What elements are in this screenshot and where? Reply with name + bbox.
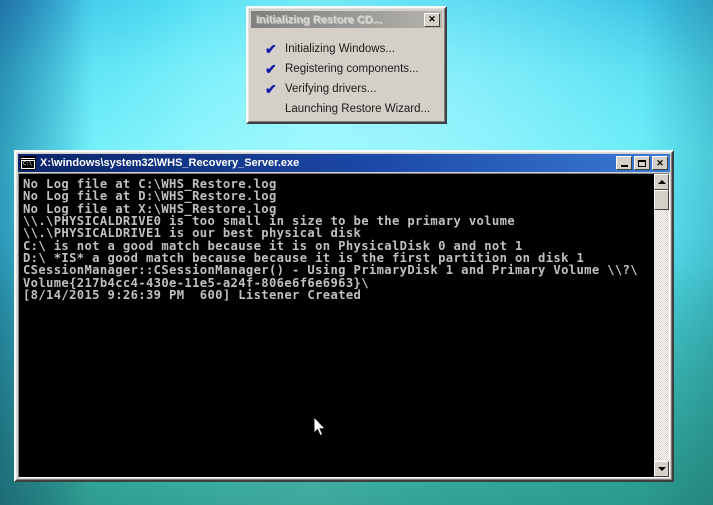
close-icon: ✕ <box>428 14 436 24</box>
maximize-button[interactable] <box>634 156 650 170</box>
console-output-text[interactable]: No Log file at C:\WHS_Restore.log No Log… <box>19 174 653 477</box>
console-title-bar[interactable]: C:\ X:\windows\system32\WHS_Recovery_Ser… <box>18 154 670 172</box>
checkmark-icon: ✔ <box>265 41 277 57</box>
console-window[interactable]: C:\ X:\windows\system32\WHS_Recovery_Ser… <box>14 150 674 482</box>
dialog-window-controls: ✕ <box>424 12 440 27</box>
console-title-text: X:\windows\system32\WHS_Recovery_Server.… <box>40 157 300 169</box>
console-icon-prompt: C:\ <box>22 161 34 168</box>
scroll-down-arrow-icon <box>657 467 666 471</box>
dialog-step-row: ✔ Initializing Windows... <box>263 39 442 59</box>
dialog-step-label: Initializing Windows... <box>285 43 395 55</box>
initializing-restore-dialog[interactable]: Initializing Restore CD... ✕ ✔ Initializi… <box>246 6 447 124</box>
minimize-button[interactable] <box>616 156 632 170</box>
scrollbar-track[interactable] <box>654 190 669 461</box>
checkmark-placeholder-icon: ✔ <box>263 102 285 116</box>
checkmark-icon: ✔ <box>265 81 277 97</box>
dialog-step-row: ✔Launching Restore Wizard... <box>263 99 442 119</box>
console-window-controls: ✕ <box>616 156 668 170</box>
dialog-step-row: ✔ Registering components... <box>263 59 442 79</box>
dialog-title-text: Initializing Restore CD... <box>256 13 382 26</box>
close-icon: ✕ <box>656 157 664 168</box>
maximize-icon <box>635 157 649 169</box>
minimize-icon <box>617 157 631 169</box>
scrollbar-thumb[interactable] <box>654 190 669 210</box>
scroll-up-arrow-icon <box>657 180 666 184</box>
console-window-icon: C:\ <box>20 156 36 170</box>
console-body: No Log file at C:\WHS_Restore.log No Log… <box>18 173 670 478</box>
checkmark-icon: ✔ <box>265 61 277 77</box>
desktop: C:\ X:\windows\system32\WHS_Recovery_Ser… <box>0 0 713 505</box>
dialog-step-list: ✔ Initializing Windows... ✔ Registering com… <box>251 28 442 119</box>
close-button[interactable]: ✕ <box>652 156 668 170</box>
scrollbar-up-button[interactable] <box>654 174 669 190</box>
dialog-close-button[interactable]: ✕ <box>424 12 440 27</box>
dialog-chrome: Initializing Restore CD... ✕ ✔ Initializi… <box>248 8 445 122</box>
console-window-chrome: C:\ X:\windows\system32\WHS_Recovery_Ser… <box>16 152 672 480</box>
dialog-step-label: Registering components... <box>285 63 419 75</box>
scrollbar-down-button[interactable] <box>654 461 669 477</box>
console-vertical-scrollbar[interactable] <box>653 174 669 477</box>
dialog-step-label: Launching Restore Wizard... <box>285 103 431 115</box>
console-icon-titlebar-stripe <box>21 157 35 160</box>
dialog-step-row: ✔ Verifying drivers... <box>263 79 442 99</box>
dialog-title-bar[interactable]: Initializing Restore CD... ✕ <box>251 11 442 28</box>
dialog-step-label: Verifying drivers... <box>285 83 377 95</box>
